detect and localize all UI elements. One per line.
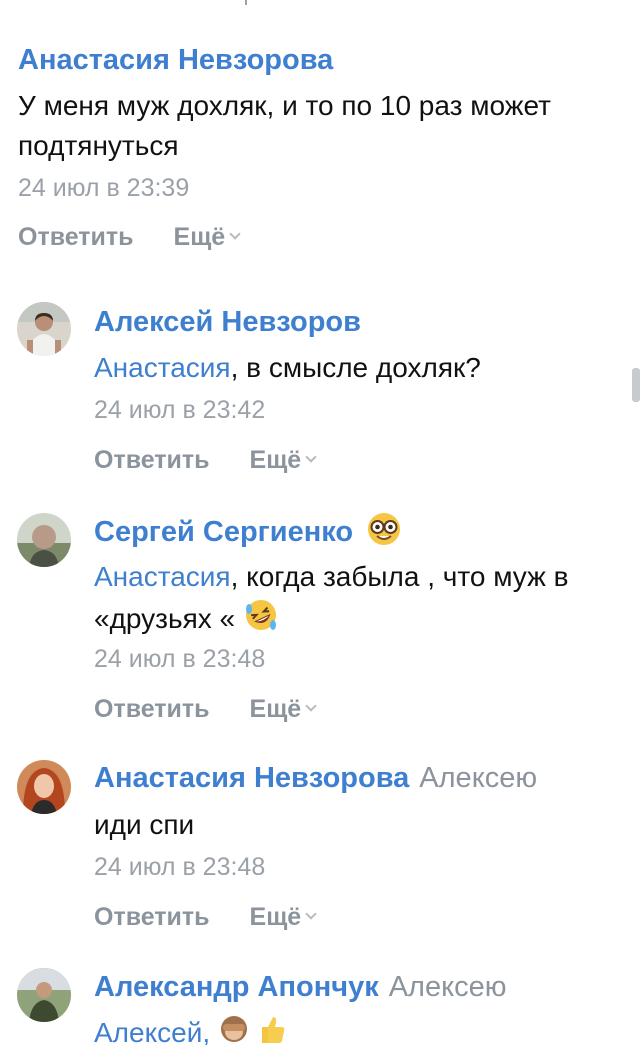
comment-date: 24 июл в 23:48: [94, 853, 266, 881]
comment-text-body: , в смысле дохляк?: [230, 352, 481, 383]
reply-button[interactable]: Ответить: [94, 694, 210, 724]
reply-button[interactable]: Ответить: [94, 902, 210, 932]
comment-author[interactable]: Анастасия Невзорова: [18, 42, 333, 78]
more-button[interactable]: Ещё: [249, 694, 317, 724]
avatar[interactable]: [17, 760, 71, 814]
comment-actions: Ответить Ещё: [94, 445, 317, 475]
reply-button[interactable]: Ответить: [18, 222, 134, 252]
comment-date: 24 июл в 23:39: [18, 174, 190, 202]
mention-link[interactable]: Анастасия: [94, 352, 231, 383]
rolling-laughing-face-icon: [243, 597, 279, 644]
more-button[interactable]: Ещё: [173, 222, 241, 252]
more-label: Ещё: [249, 446, 302, 474]
comment-text: У меня муж дохляк, и то по 10 раз может …: [18, 90, 551, 161]
reply-to-label[interactable]: Алексею: [389, 971, 507, 1003]
see-no-evil-monkey-icon: [218, 1013, 250, 1045]
comment-actions: Ответить Ещё: [94, 902, 317, 932]
chevron-down-icon: [305, 908, 317, 920]
comment-date: 24 июл в 23:42: [94, 396, 266, 424]
more-label: Ещё: [173, 223, 226, 251]
reply-to-label[interactable]: Алексею: [419, 762, 537, 794]
reply-button[interactable]: Ответить: [94, 445, 210, 475]
comment-text: Анастасия, когда забыла , что муж в «дру…: [94, 557, 639, 644]
author-name: Александр Апончук: [94, 971, 379, 1003]
comment-text-line: , когда забыла , что муж в: [230, 561, 569, 592]
more-label: Ещё: [249, 903, 302, 931]
chevron-down-icon: [229, 228, 241, 240]
comment-actions: Ответить Ещё: [94, 694, 317, 724]
comment-text: иди спи: [94, 809, 195, 840]
thumbs-up-icon: [258, 1013, 286, 1045]
more-label: Ещё: [249, 695, 302, 723]
comment-text-body: Алексей,: [94, 1017, 211, 1045]
comment-text: Алексей,: [94, 1013, 634, 1045]
comment-author[interactable]: Сергей Сергиенко: [94, 512, 401, 555]
author-name: Сергей Сергиенко: [94, 516, 354, 549]
chevron-down-icon: [305, 700, 317, 712]
nerd-face-icon: [367, 512, 401, 555]
scrollbar-thumb[interactable]: [632, 368, 640, 402]
comment-actions: Ответить Ещё: [18, 222, 241, 252]
comment-text: Анастасия, в смысле дохляк?: [94, 348, 634, 388]
more-button[interactable]: Ещё: [249, 902, 317, 932]
divider: [245, 0, 247, 5]
avatar[interactable]: [17, 968, 71, 1022]
comment-author[interactable]: Анастасия Невзорова Алексею: [94, 760, 537, 796]
avatar[interactable]: [17, 513, 71, 567]
chevron-down-icon: [305, 451, 317, 463]
more-button[interactable]: Ещё: [249, 445, 317, 475]
mention-link[interactable]: Анастасия: [94, 561, 231, 592]
previous-comment-edge: [0, 0, 640, 10]
author-name: Анастасия Невзорова: [94, 762, 410, 794]
avatar[interactable]: [17, 302, 71, 356]
comment-author[interactable]: Александр Апончук Алексею: [94, 969, 507, 1005]
comment-text-line: «друзьях «: [94, 602, 236, 634]
comment-date: 24 июл в 23:48: [94, 645, 266, 673]
comment-author[interactable]: Алексей Невзоров: [94, 304, 361, 340]
